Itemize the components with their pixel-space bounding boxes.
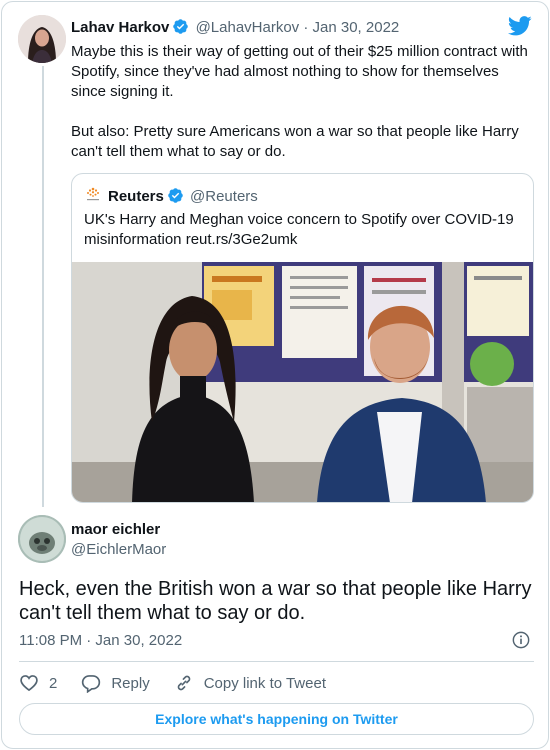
- thread-connector-line: [42, 66, 44, 507]
- quoted-tweet-photo[interactable]: [72, 262, 533, 503]
- link-icon: [177, 675, 190, 691]
- like-button[interactable]: 2: [19, 673, 57, 693]
- quoted-tweet-author-line: Reuters @Reuters: [84, 186, 258, 208]
- meta-separator: ·: [303, 19, 309, 36]
- quoted-author-display-name: Reuters: [108, 188, 164, 205]
- heart-icon: [20, 675, 38, 692]
- author-handle[interactable]: @LahavHarkov: [196, 19, 300, 36]
- reuters-logo-icon: [84, 186, 102, 204]
- quoted-tweet-text: UK's Harry and Meghan voice concern to S…: [84, 211, 514, 248]
- original-tweet-text: Maybe this is their way of getting out o…: [71, 43, 528, 160]
- actions-divider: [19, 661, 534, 662]
- tweet-date[interactable]: Jan 30, 2022: [313, 19, 400, 36]
- reply-timestamp[interactable]: 11:08 PM · Jan 30, 2022: [19, 632, 182, 649]
- copy-link-button[interactable]: Copy link to Tweet: [174, 673, 326, 693]
- quoted-tweet[interactable]: Reuters @Reuters UK's Harry and Meghan v…: [71, 173, 534, 503]
- verified-badge-icon: [172, 18, 189, 39]
- reply-button[interactable]: Reply: [81, 673, 150, 693]
- avatar-maor-eichler[interactable]: [18, 515, 66, 563]
- copy-link-label: Copy link to Tweet: [203, 674, 326, 692]
- avatar-lahav-harkov[interactable]: [18, 15, 66, 63]
- reply-author-block: maor eichler @EichlerMaor: [71, 521, 166, 558]
- tweet-actions-bar: 2 Reply Copy link to Tweet: [19, 672, 350, 694]
- reply-author-handle[interactable]: @EichlerMaor: [71, 541, 166, 558]
- reply-label: Reply: [111, 674, 150, 692]
- reply-bubble-icon: [82, 675, 101, 693]
- tweet-author-line: Lahav Harkov @LahavHarkov · Jan 30, 2022: [71, 18, 399, 39]
- info-icon[interactable]: [512, 631, 530, 654]
- author-display-name[interactable]: Lahav Harkov: [71, 19, 169, 36]
- embedded-tweet-card: Lahav Harkov @LahavHarkov · Jan 30, 2022…: [1, 1, 549, 749]
- like-count: 2: [49, 674, 58, 692]
- reply-author-display-name[interactable]: maor eichler: [71, 521, 166, 541]
- twitter-bird-icon[interactable]: [507, 16, 532, 41]
- explore-twitter-button[interactable]: Explore what's happening on Twitter: [19, 703, 534, 735]
- verified-badge-icon: [167, 187, 184, 208]
- reply-tweet-text: Heck, even the British won a war so that…: [19, 578, 532, 624]
- quoted-author-handle: @Reuters: [190, 188, 258, 205]
